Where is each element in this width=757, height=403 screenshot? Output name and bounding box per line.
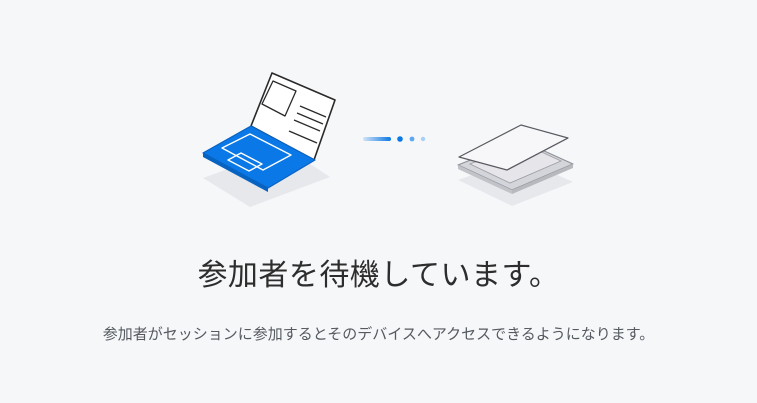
connection-illustration bbox=[202, 72, 574, 207]
open-laptop-icon bbox=[202, 72, 336, 207]
page-title: 参加者を待機しています。 bbox=[197, 258, 560, 293]
connecting-dots-icon bbox=[363, 136, 426, 142]
closed-laptop-icon bbox=[457, 124, 574, 206]
page-description: 参加者がセッションに参加するとそのデバイスへアクセスできるようになります。 bbox=[102, 325, 655, 343]
waiting-screen: 参加者を待機しています。 参加者がセッションに参加するとそのデバイスへアクセスで… bbox=[0, 0, 757, 403]
